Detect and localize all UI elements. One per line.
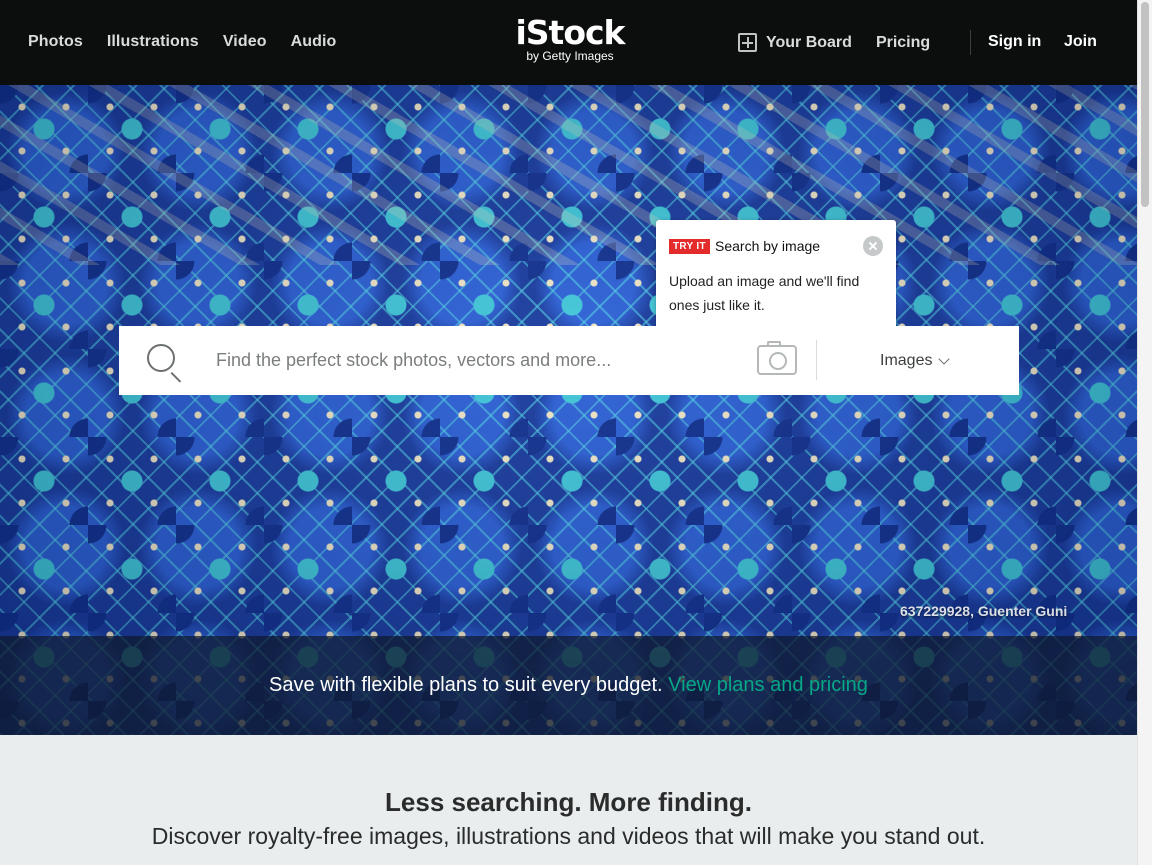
- camera-icon[interactable]: [757, 341, 797, 375]
- search-divider: [816, 340, 817, 380]
- istock-logo[interactable]: iStock by Getty Images: [514, 13, 626, 64]
- media-type-nav: Photos Illustrations Video Audio: [28, 33, 360, 51]
- nav-photos[interactable]: Photos: [28, 33, 83, 51]
- popover-title: Search by image: [715, 238, 821, 254]
- nav-audio[interactable]: Audio: [291, 33, 337, 51]
- your-board-link[interactable]: Your Board: [766, 34, 852, 52]
- chevron-down-icon: [938, 352, 951, 365]
- scrollbar-thumb[interactable]: [1141, 2, 1149, 207]
- nav-illustrations[interactable]: Illustrations: [107, 33, 199, 51]
- top-navigation: Photos Illustrations Video Audio iStock …: [0, 0, 1137, 85]
- promo-banner: Save with flexible plans to suit every b…: [0, 636, 1137, 735]
- search-input[interactable]: [216, 350, 736, 371]
- logo-wordmark: iStock: [515, 13, 625, 52]
- hero-image: TRY IT Search by image Upload an image a…: [0, 85, 1137, 735]
- tagline-subheading: Discover royalty-free images, illustrati…: [151, 823, 986, 849]
- board-plus-icon: [738, 33, 757, 52]
- search-by-image-popover: TRY IT Search by image Upload an image a…: [656, 220, 896, 335]
- image-credit[interactable]: 637229928, Guenter Guni: [900, 603, 1067, 619]
- nav-video[interactable]: Video: [223, 33, 267, 51]
- tagline-heading: Less searching. More finding.: [385, 787, 752, 817]
- promo-message: Save with flexible plans to suit every b…: [269, 674, 663, 696]
- view-plans-link[interactable]: View plans and pricing: [668, 674, 868, 696]
- search-bar: Images: [119, 326, 1019, 395]
- try-it-badge: TRY IT: [669, 239, 710, 254]
- page-scrollbar[interactable]: [1137, 0, 1152, 865]
- promo-text: Save with flexible plans to suit every b…: [0, 674, 1137, 697]
- sign-in-link[interactable]: Sign in: [988, 33, 1041, 51]
- search-icon[interactable]: [147, 344, 175, 372]
- pricing-link[interactable]: Pricing: [876, 34, 930, 52]
- media-type-label: Images: [880, 352, 933, 369]
- nav-divider: [970, 30, 971, 55]
- media-type-dropdown[interactable]: Images: [880, 352, 951, 370]
- join-link[interactable]: Join: [1064, 33, 1097, 51]
- popover-body: Upload an image and we'll find ones just…: [669, 273, 860, 313]
- account-nav: Your Board Pricing: [738, 33, 930, 52]
- logo-tagline: by Getty Images: [526, 49, 614, 63]
- close-icon[interactable]: [863, 236, 883, 256]
